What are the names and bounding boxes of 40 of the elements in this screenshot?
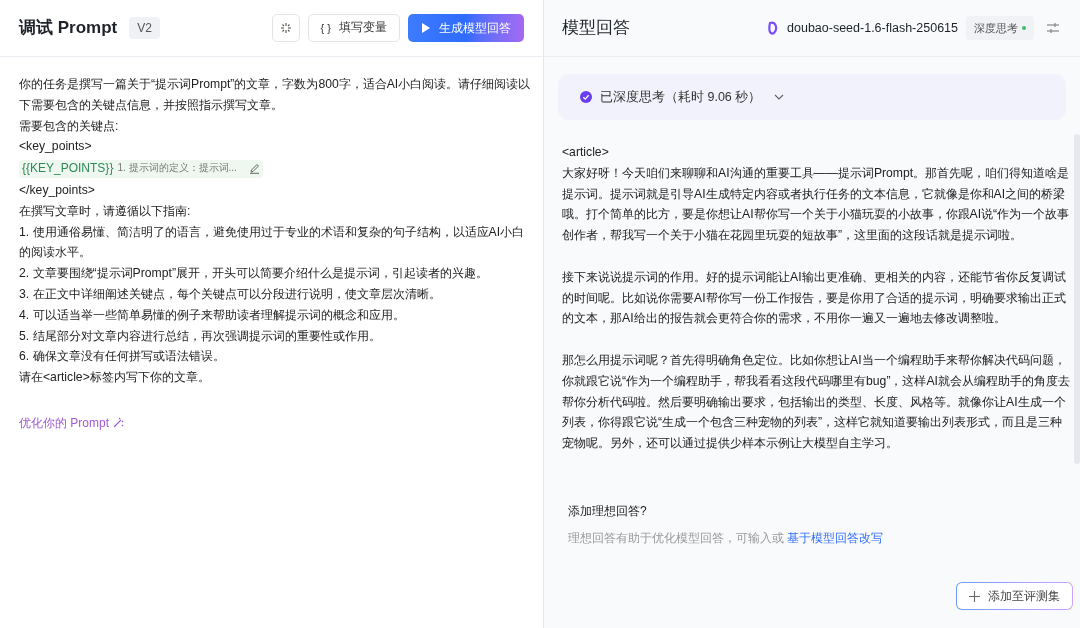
add-to-eval-set-button[interactable]: 添加至评测集 — [957, 583, 1072, 609]
prompt-line: </key_points> — [19, 182, 96, 199]
prompt-line: 4. 可以适当举一些简单易懂的例子来帮助读者理解提示词的概念和应用。 — [19, 306, 406, 324]
variable-chip[interactable]: {{KEY_POINTS}} 1. 提示词的定义：提示词... — [19, 159, 263, 178]
prompt-line: 5. 结尾部分对文章内容进行总结，再次强调提示词的重要性或作用。 — [19, 327, 382, 345]
answer-paragraph: 那怎么用提示词呢？首先得明确角色定位。比如你想让AI当一个编程助手来帮你解决代码问题，你就跟它说“作为一个编程助手，帮我看看这段代码哪里有bug”，这样AI就会从编程助手的角度去帮你分析代码啦。然后要明确输出要求，包括输出的类型、长度、风格等。就像你让AI生成一个列表，你得跟它说“生成一个包含三种宠物的列表”，这样它就知道要输出列表形式，而且是三种宠物呢。另外，还可以通过提供少样本示例让大模型自主学习。 — [562, 351, 1070, 453]
prompt-line: <key_points> — [19, 138, 93, 156]
settings-sliders-icon[interactable] — [1046, 22, 1060, 34]
prompt-line: 3. 在正文中详细阐述关键点，每个关键点可以分段进行说明，使文章层次清晰。 — [19, 285, 442, 303]
version-badge: V2 — [129, 17, 160, 39]
prompt-line: 2. 文章要围绕“提示词Prompt”展开，开头可以简要介绍什么是提示词，引起读者的兴趣。 — [19, 265, 489, 283]
optimize-prompt-link[interactable]: 优化你的 Prompt — [19, 413, 124, 432]
edit-icon[interactable] — [248, 163, 260, 175]
variable-name: {{KEY_POINTS}} — [22, 160, 114, 178]
prompt-line: 在撰写文章时，请遵循以下指南: — [19, 202, 192, 220]
deep-thinking-tag[interactable]: 深度思考 — [966, 15, 1034, 41]
ideal-answer-title: 添加理想回答? — [568, 503, 648, 520]
prompt-line: 你的任务是撰写一篇关于“提示词Prompt”的文章，字数为800字，适合AI小白阅读。请仔细阅读以下需要包含的关键点信息，并按照指示撰写文章。 — [19, 76, 531, 114]
plus-icon — [969, 590, 980, 602]
magic-button[interactable] — [271, 14, 300, 42]
sparkle-icon — [279, 22, 292, 34]
check-circle-icon — [580, 91, 592, 103]
answer-paragraph: 接下来说说提示词的作用。好的提示词能让AI输出更准确、更相关的内容，还能节省你反复调试的时间呢。比如说你需要AI帮你写一份工作报告，要是你用了合适的提示词，明确要求输出正式的文本，那AI给出的报告就会更符合你的需求，不用你一遍又一遍地去修改调整啦。 — [562, 268, 1067, 328]
generate-answer-button[interactable]: 生成模型回答 — [408, 14, 524, 42]
panel-title: 调试 Prompt — [19, 17, 118, 40]
play-icon — [421, 22, 431, 34]
thinking-bar[interactable]: 已深度思考（耗时 9.06 秒） — [558, 74, 1066, 120]
model-name[interactable]: doubao-seed-1.6-flash-250615 — [787, 18, 958, 38]
rewrite-link[interactable]: 基于模型回答改写 — [787, 532, 884, 544]
panel-title: 模型回答 — [562, 17, 630, 40]
prompt-line: 请在<article>标签内写下你的文章。 — [19, 369, 211, 387]
magic-wand-icon — [113, 417, 124, 429]
fill-variables-button[interactable]: { } 填写变量 — [307, 14, 400, 42]
prompt-line: 需要包含的关键点: — [19, 117, 120, 135]
answer-paragraph: <article> 大家好呀！今天咱们来聊聊和AI沟通的重要工具——提示词Prompt。那首先呢，咱们得知道啥是提示词。提示词就是引导AI生成特定内容或者执行任务的文本信息，它就像是你和AI之间的桥梁哦。打个简单的比方，要是你想让AI帮你写一个关于小猫玩耍的小故事，你跟AI说“作为一个故事创作者，帮我写一个关于小猫在花园里玩耍的短故事”，这里面的这段话就是提示词啦。 — [562, 144, 1070, 245]
model-logo-icon — [767, 21, 780, 35]
prompt-line: 1. 使用通俗易懂、简洁明了的语言，避免使用过于专业的术语和复杂的句子结构，以适应AI小白的阅读水平。 — [19, 223, 526, 262]
ideal-answer-hint: 理想回答有助于优化模型回答，可输入或 基于模型回答改写 — [568, 531, 885, 546]
prompt-line: 6. 确保文章没有任何拼写或语法错误。 — [19, 348, 226, 366]
variable-value: 1. 提示词的定义：提示词... — [117, 161, 237, 176]
